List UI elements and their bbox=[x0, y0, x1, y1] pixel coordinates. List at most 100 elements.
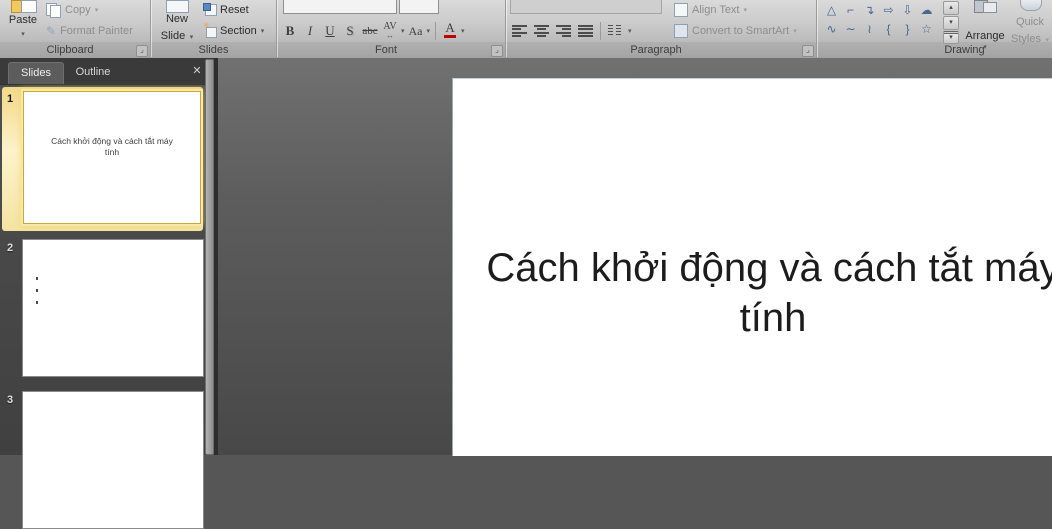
thumbnail-row-3[interactable]: 3 bbox=[2, 388, 203, 455]
copy-label: Copy bbox=[65, 4, 91, 16]
reset-button[interactable]: Reset bbox=[203, 2, 249, 17]
paragraph-dialog-launcher-icon[interactable]: ⌟ bbox=[802, 45, 814, 57]
new-slide-dropdown-icon: ▾ bbox=[190, 34, 194, 41]
shape-elbow-arrow-icon[interactable]: ↴ bbox=[860, 1, 879, 20]
bullet-dot bbox=[36, 289, 38, 292]
shape-down-arrow-icon[interactable]: ⇩ bbox=[898, 1, 917, 20]
new-slide-label-2: Slide bbox=[161, 30, 185, 42]
text-shadow-button[interactable]: S bbox=[341, 21, 359, 41]
slide-thumbnail-2[interactable] bbox=[22, 239, 204, 377]
align-text-button[interactable]: Align Text ▾ bbox=[674, 2, 747, 17]
section-label: Section bbox=[220, 25, 257, 37]
italic-button[interactable]: I bbox=[301, 21, 319, 41]
clipboard-dialog-launcher-icon[interactable]: ⌟ bbox=[136, 45, 148, 57]
align-left-button[interactable] bbox=[512, 25, 527, 37]
font-color-dropdown-icon: ▾ bbox=[461, 27, 465, 35]
quick-styles-label-1: Quick bbox=[1008, 16, 1052, 28]
align-center-button[interactable] bbox=[534, 25, 549, 37]
shapes-scroll-up-button[interactable]: ▴ bbox=[943, 1, 959, 15]
reset-label: Reset bbox=[220, 4, 249, 16]
format-painter-button[interactable]: ✎ Format Painter bbox=[46, 23, 133, 38]
change-case-dropdown-icon: ▾ bbox=[427, 27, 431, 35]
character-spacing-dropdown-icon: ▾ bbox=[401, 27, 405, 35]
justify-button[interactable] bbox=[578, 25, 593, 37]
align-text-label: Align Text bbox=[692, 4, 740, 16]
thumbnail-row-1[interactable]: 1 Cách khởi động và cách tắt máy tính bbox=[2, 87, 203, 231]
font-name-combo[interactable] bbox=[283, 0, 397, 14]
tab-outline[interactable]: Outline bbox=[64, 62, 122, 83]
arrange-icon bbox=[974, 0, 996, 11]
ribbon-group-paragraph: ▾ Align Text ▾ Convert to SmartArt ▾ Par… bbox=[506, 0, 816, 58]
drawing-group-label: Drawing bbox=[877, 44, 1052, 56]
slide-thumbnail-1[interactable]: Cách khởi động và cách tắt máy tính bbox=[23, 91, 201, 224]
ribbon-group-drawing: △ ⌐ ↴ ⇨ ⇩ ☁ ∿ ∼ ≀ { } ☆ ▴ ▾ ▾ bbox=[817, 0, 1052, 58]
slides-group-label: Slides bbox=[151, 44, 276, 56]
quick-styles-button[interactable]: Quick Styles ▾ bbox=[1008, 0, 1052, 42]
arrange-button[interactable]: Arrange ▾ bbox=[963, 0, 1007, 42]
align-text-icon bbox=[674, 3, 688, 17]
shape-cloud-icon[interactable]: ☁ bbox=[917, 1, 936, 20]
new-slide-button[interactable]: New Slide ▾ bbox=[154, 0, 200, 42]
shape-triangle-icon[interactable]: △ bbox=[822, 1, 841, 20]
format-painter-label: Format Painter bbox=[60, 25, 133, 37]
paste-dropdown-icon: ▾ bbox=[2, 30, 44, 38]
slide-number-3: 3 bbox=[7, 394, 13, 406]
ribbon-group-slides: New Slide ▾ Reset ✳ Section ▾ Slides bbox=[151, 0, 276, 58]
slide-number-2: 2 bbox=[7, 242, 13, 254]
font-color-button[interactable]: A bbox=[441, 20, 459, 42]
slide-thumbnail-3[interactable] bbox=[22, 391, 204, 529]
paragraph-group-label: Paragraph bbox=[506, 44, 806, 56]
shape-left-brace-icon[interactable]: { bbox=[879, 20, 898, 39]
copy-dropdown-icon: ▾ bbox=[95, 6, 99, 14]
shape-arc-icon[interactable]: ∼ bbox=[841, 20, 860, 39]
panel-scrollbar[interactable] bbox=[205, 58, 213, 455]
change-case-button[interactable]: Aa bbox=[407, 21, 425, 41]
section-dropdown-icon: ▾ bbox=[261, 27, 265, 35]
shapes-scroll-down-button[interactable]: ▾ bbox=[943, 16, 959, 30]
quick-styles-icon bbox=[1020, 0, 1042, 11]
slide-page[interactable]: Cách khởi động và cách tắt máy tính bbox=[452, 78, 1052, 456]
columns-dropdown-icon: ▾ bbox=[628, 27, 632, 35]
panel-tab-bar: Slides Outline ✕ bbox=[0, 58, 218, 85]
ribbon-group-clipboard: Paste ▾ Copy ▾ ✎ Format Painter Clipboar… bbox=[0, 0, 150, 58]
small-separator bbox=[600, 22, 601, 40]
thumbnail-row-2[interactable]: 2 bbox=[2, 236, 203, 378]
ribbon-group-font: B I U S abc AV ↔ ▾ Aa ▾ A ▾ Font ⌟ bbox=[277, 0, 505, 58]
paste-label: Paste bbox=[2, 14, 44, 26]
section-button[interactable]: ✳ Section ▾ bbox=[203, 23, 264, 38]
quick-styles-dropdown-icon: ▾ bbox=[1045, 37, 1049, 44]
strikethrough-button[interactable]: abc bbox=[361, 21, 379, 41]
panel-close-icon[interactable]: ✕ bbox=[190, 64, 204, 78]
panel-scrollbar-thumb[interactable] bbox=[205, 59, 214, 455]
shape-scribble-icon[interactable]: ∿ bbox=[822, 20, 841, 39]
convert-smartart-button[interactable]: Convert to SmartArt ▾ bbox=[674, 23, 797, 38]
underline-button[interactable]: U bbox=[321, 21, 339, 41]
paste-button[interactable]: Paste ▾ bbox=[2, 0, 44, 42]
shape-star-icon[interactable]: ☆ bbox=[917, 20, 936, 39]
shapes-more-button[interactable]: ▾ bbox=[943, 31, 959, 44]
character-spacing-arrows-icon: ↔ bbox=[386, 31, 394, 40]
font-dialog-launcher-icon[interactable]: ⌟ bbox=[491, 45, 503, 57]
bold-button[interactable]: B bbox=[281, 21, 299, 41]
shape-right-brace-icon[interactable]: } bbox=[898, 20, 917, 39]
character-spacing-button[interactable]: AV ↔ bbox=[381, 20, 399, 42]
tab-slides[interactable]: Slides bbox=[8, 62, 64, 84]
thumbnail-1-title: Cách khởi động và cách tắt máy tính bbox=[43, 136, 181, 159]
bullet-dot bbox=[36, 301, 38, 304]
format-painter-icon: ✎ bbox=[46, 24, 56, 38]
shape-curve-icon[interactable]: ≀ bbox=[860, 20, 879, 39]
copy-button[interactable]: Copy ▾ bbox=[46, 2, 98, 17]
align-right-button[interactable] bbox=[556, 25, 571, 37]
shape-right-arrow-icon[interactable]: ⇨ bbox=[879, 1, 898, 20]
slide-title-textbox[interactable]: Cách khởi động và cách tắt máy tính bbox=[463, 243, 1052, 344]
slides-panel: Slides Outline ✕ 1 Cách khởi động và các… bbox=[0, 58, 218, 455]
section-icon: ✳ bbox=[203, 24, 216, 37]
columns-button[interactable] bbox=[608, 25, 621, 37]
new-slide-icon bbox=[166, 0, 189, 13]
convert-smartart-icon bbox=[674, 24, 688, 38]
bullet-dot bbox=[36, 277, 38, 280]
shape-elbow-connector-icon[interactable]: ⌐ bbox=[841, 1, 860, 20]
font-size-combo[interactable] bbox=[399, 0, 439, 14]
font-group-label: Font bbox=[277, 44, 495, 56]
shapes-gallery: △ ⌐ ↴ ⇨ ⇩ ☁ ∿ ∼ ≀ { } ☆ bbox=[822, 1, 940, 41]
